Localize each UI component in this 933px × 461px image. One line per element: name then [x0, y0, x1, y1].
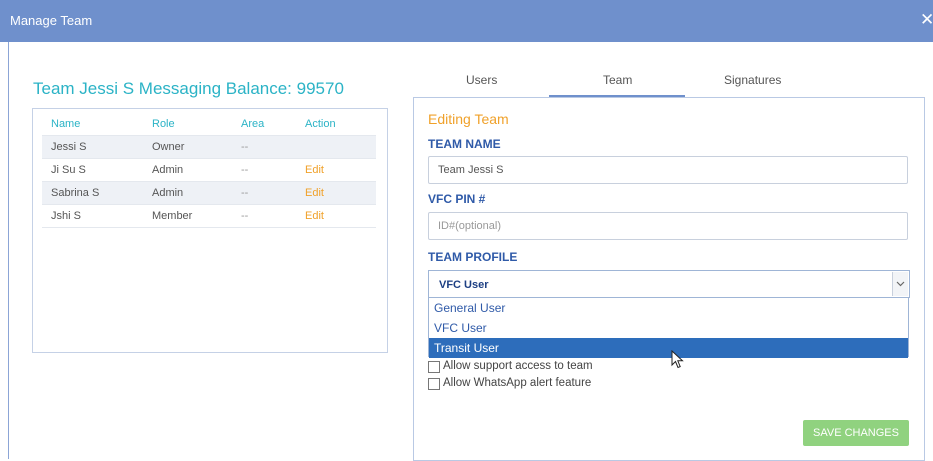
member-area: --	[232, 204, 296, 228]
team-profile-select[interactable]: VFC User	[428, 270, 910, 298]
members-table: Name Role Area Action Jessi S Owner -- J…	[42, 112, 376, 228]
table-header-row: Name Role Area Action	[42, 112, 376, 136]
whatsapp-alert-label: Allow WhatsApp alert feature	[443, 377, 592, 389]
tab-users[interactable]: Users	[466, 73, 497, 87]
table-row: Sabrina S Admin -- Edit	[42, 181, 376, 205]
title-bar: Manage Team ✕	[0, 0, 933, 42]
members-panel: Name Role Area Action Jessi S Owner -- J…	[32, 108, 388, 353]
vfc-pin-label: VFC PIN #	[428, 192, 486, 206]
option-general-user[interactable]: General User	[429, 298, 908, 318]
option-label: Transit User	[434, 341, 499, 355]
member-name: Sabrina S	[42, 181, 143, 205]
column-header-area: Area	[241, 117, 265, 130]
tab-team[interactable]: Team	[603, 73, 632, 87]
save-changes-button[interactable]: SAVE CHANGES	[803, 420, 909, 446]
member-role: Owner	[143, 135, 232, 159]
whatsapp-alert-checkbox[interactable]	[428, 378, 440, 390]
table-row: Jessi S Owner --	[42, 135, 376, 159]
team-name-input[interactable]	[428, 156, 908, 184]
table-row: Ji Su S Admin -- Edit	[42, 158, 376, 182]
member-role: Admin	[143, 158, 232, 182]
edit-link[interactable]: Edit	[296, 204, 376, 228]
member-area: --	[232, 135, 296, 159]
column-header-name: Name	[51, 117, 81, 130]
modal-edge	[8, 42, 9, 459]
edit-link[interactable]: Edit	[296, 181, 376, 205]
member-name: Ji Su S	[42, 158, 143, 182]
column-header-action: Action	[305, 117, 336, 130]
member-area: --	[232, 181, 296, 205]
member-role: Admin	[143, 181, 232, 205]
tab-signatures[interactable]: Signatures	[724, 73, 781, 87]
table-row: Jshi S Member -- Edit	[42, 204, 376, 228]
messaging-balance: Team Jessi S Messaging Balance: 99570	[33, 79, 344, 98]
window-title: Manage Team	[10, 13, 93, 28]
selected-profile: VFC User	[439, 279, 489, 291]
close-icon[interactable]: ✕	[920, 10, 933, 30]
member-area: --	[232, 158, 296, 182]
option-vfc-user[interactable]: VFC User	[429, 318, 908, 338]
member-action	[296, 135, 376, 159]
profile-dropdown-list: General User VFC User Transit User	[428, 297, 909, 358]
team-name-label: TEAM NAME	[428, 137, 501, 151]
dropdown-toggle[interactable]	[892, 272, 908, 296]
option-label: General User	[434, 301, 506, 315]
member-name: Jessi S	[42, 135, 143, 159]
option-label: VFC User	[434, 321, 487, 335]
vfc-pin-input[interactable]	[428, 212, 908, 240]
team-profile-label: TEAM PROFILE	[428, 250, 518, 264]
edit-link[interactable]: Edit	[296, 158, 376, 182]
panel-heading: Editing Team	[428, 111, 509, 127]
support-access-checkbox[interactable]	[428, 361, 440, 373]
option-transit-user[interactable]: Transit User	[429, 338, 908, 358]
mouse-pointer-icon	[671, 350, 684, 369]
support-access-label: Allow support access to team	[443, 360, 593, 372]
member-name: Jshi S	[42, 204, 143, 228]
member-role: Member	[143, 204, 232, 228]
chevron-down-icon	[896, 281, 905, 287]
column-header-role: Role	[152, 117, 175, 130]
